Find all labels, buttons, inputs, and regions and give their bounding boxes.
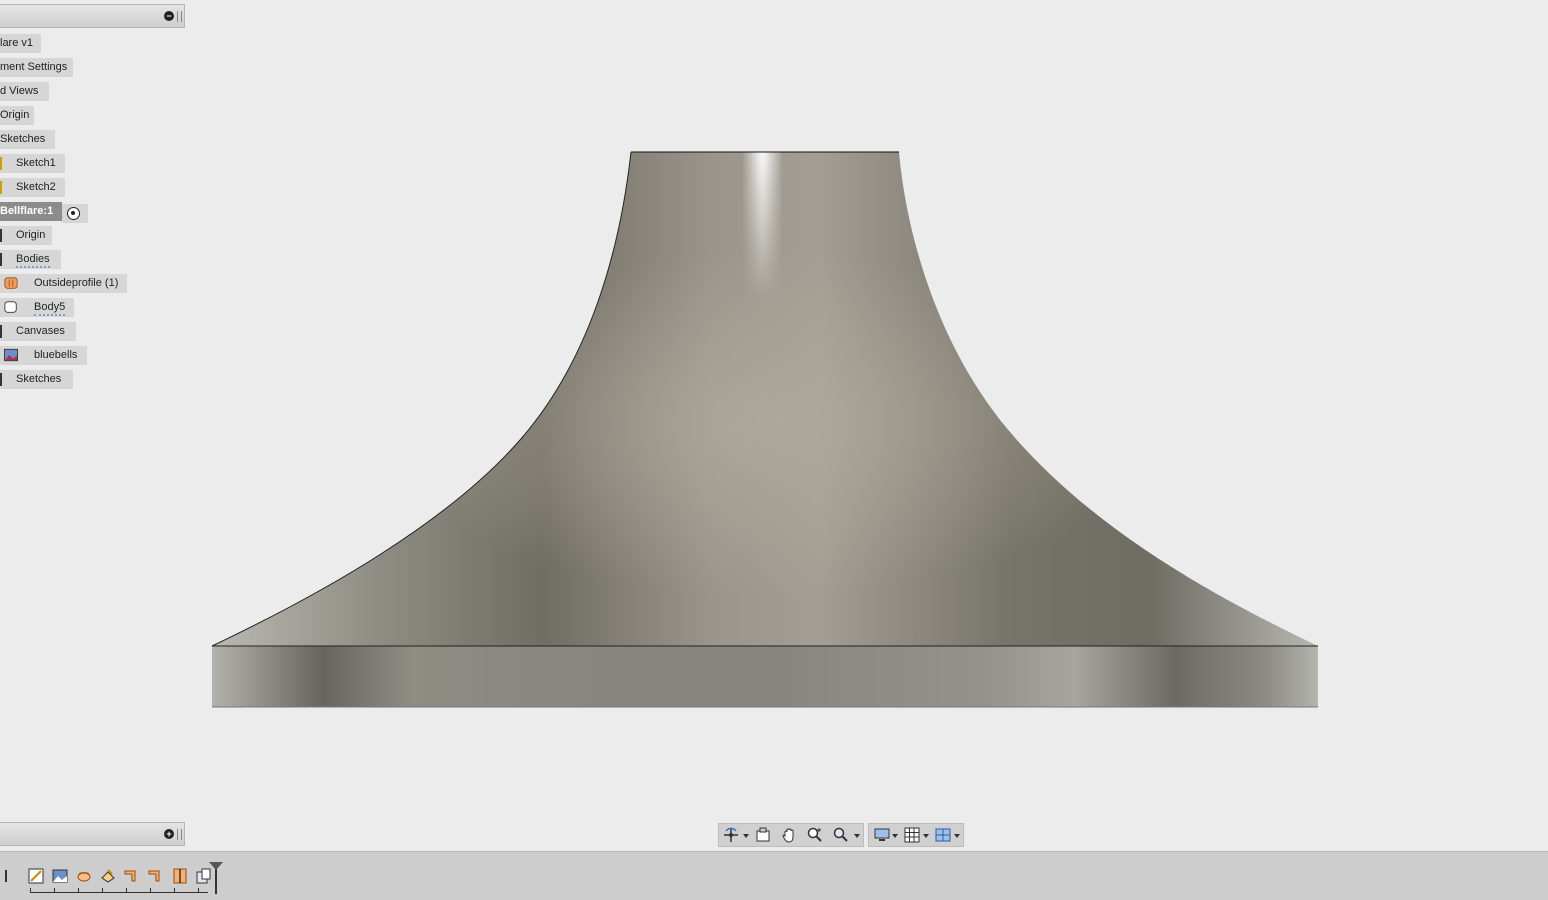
canvas-icon[interactable] <box>52 868 68 884</box>
expand-icon[interactable] <box>0 373 2 386</box>
tree-item-outsideprofile[interactable]: Outsideprofile (1) <box>0 274 127 293</box>
timeline-tick <box>30 888 31 893</box>
timeline-end-icon[interactable] <box>0 870 7 882</box>
extrude-icon[interactable] <box>124 868 140 884</box>
tree-item-label: Bellflare:1 <box>0 205 54 217</box>
expand-icon[interactable] <box>0 229 2 242</box>
tree-item-label: ment Settings <box>0 61 68 73</box>
expand-icon[interactable] <box>0 325 2 338</box>
tree-item-canvases[interactable]: Canvases <box>0 322 76 341</box>
fit-icon[interactable] <box>833 827 849 843</box>
tree-item-label: bluebells <box>34 349 78 361</box>
tree-item-sketch1[interactable]: Sketch1 <box>0 154 65 173</box>
activate-component-control[interactable] <box>62 204 88 223</box>
grip-icon[interactable] <box>177 11 182 22</box>
tree-item-component-origin[interactable]: Origin <box>0 226 52 245</box>
tree-item-label: Origin <box>0 109 30 121</box>
timeline-bar <box>0 851 1548 900</box>
chevron-down-icon[interactable] <box>743 834 749 838</box>
timeline-marker-head-icon[interactable] <box>209 862 223 870</box>
sketch-icon <box>0 157 2 170</box>
activate-radio-icon[interactable] <box>67 207 80 220</box>
orbit-icon[interactable] <box>723 827 739 843</box>
chevron-down-icon[interactable] <box>923 834 929 838</box>
tree-item-document-settings[interactable]: ment Settings <box>0 58 73 77</box>
tree-item-origin[interactable]: Origin <box>0 106 34 125</box>
revolve-icon[interactable] <box>76 868 92 884</box>
viewports-icon[interactable] <box>935 827 951 843</box>
tree-item-sketch2[interactable]: Sketch2 <box>0 178 65 197</box>
chevron-down-icon[interactable] <box>892 834 898 838</box>
timeline-tick <box>102 888 103 893</box>
tree-item-body5[interactable]: Body5 <box>0 298 74 317</box>
collapse-icon[interactable]: − <box>164 11 174 21</box>
comments-panel-header[interactable]: + <box>0 822 185 846</box>
tree-item-label: Sketches <box>0 133 46 145</box>
sketch-icon[interactable] <box>28 868 44 884</box>
tree-item-label: lare v1 <box>0 37 34 49</box>
chevron-down-icon[interactable] <box>954 834 960 838</box>
sketch-icon <box>0 181 2 194</box>
timeline-tick <box>54 888 55 893</box>
split-icon[interactable] <box>172 868 188 884</box>
base-flange <box>212 646 1318 707</box>
tree-item-bellflare-component[interactable]: Bellflare:1 <box>0 202 62 221</box>
body-icon <box>4 301 17 313</box>
browser-panel-header[interactable]: − <box>0 4 185 28</box>
display-toolbar <box>868 823 964 847</box>
timeline-ruler <box>30 892 208 893</box>
tree-item-label: Sketches <box>16 373 62 385</box>
sketch-icon[interactable] <box>100 868 116 884</box>
tree-item-label: Body5 <box>34 300 66 316</box>
timeline-tick <box>126 888 127 893</box>
tree-item-label: Sketch2 <box>16 181 56 193</box>
expand-icon[interactable] <box>0 253 2 266</box>
tree-item-label: Bodies <box>16 252 50 268</box>
expand-icon[interactable]: + <box>164 829 174 839</box>
look-at-icon[interactable] <box>755 827 771 843</box>
tree-item-bluebells[interactable]: bluebells <box>0 346 87 365</box>
tree-item-bodies[interactable]: Bodies <box>0 250 61 269</box>
canvas-image-icon <box>4 348 18 362</box>
bellflare-model[interactable] <box>0 0 1548 851</box>
body-icon[interactable] <box>196 868 212 884</box>
timeline-tick <box>78 888 79 893</box>
tree-item-sketches[interactable]: Sketches <box>0 130 55 149</box>
extrude-icon[interactable] <box>148 868 164 884</box>
timeline-tick <box>150 888 151 893</box>
tree-item-label: Origin <box>16 229 46 241</box>
grid-icon[interactable] <box>904 827 920 843</box>
navigation-toolbar <box>718 823 864 847</box>
timeline-tick <box>174 888 175 893</box>
body-icon <box>4 277 18 289</box>
zoom-icon[interactable] <box>807 827 823 843</box>
tree-item-label: Sketch1 <box>16 157 56 169</box>
tree-item-document[interactable]: lare v1 <box>0 34 41 53</box>
tree-item-label: d Views <box>0 85 39 97</box>
timeline-tick <box>198 888 199 893</box>
tree-item-component-sketches[interactable]: Sketches <box>0 370 73 389</box>
tree-item-named-views[interactable]: d Views <box>0 82 49 101</box>
canvas-viewport[interactable]: − lare v1 ment Settings d Views Origin S… <box>0 0 1548 851</box>
chevron-down-icon[interactable] <box>854 834 860 838</box>
display-settings-icon[interactable] <box>874 827 890 843</box>
tree-item-label: Outsideprofile (1) <box>34 277 119 289</box>
tree-item-label: Canvases <box>16 325 65 337</box>
pan-icon[interactable] <box>781 827 797 843</box>
grip-icon[interactable] <box>177 829 182 840</box>
